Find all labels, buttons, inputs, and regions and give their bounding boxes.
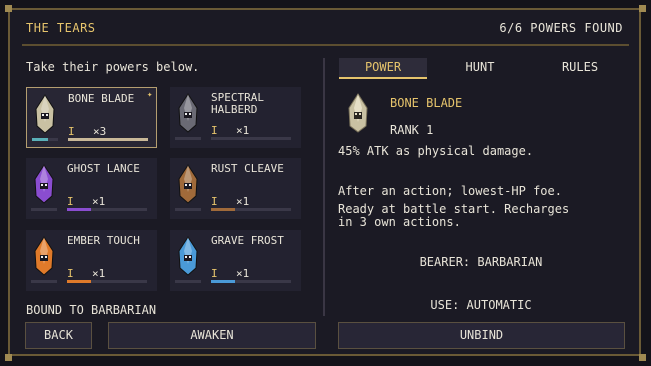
detail-effect: 45% ATK as physical damage. <box>338 144 534 158</box>
power-name: BONE BLADE <box>68 92 135 105</box>
tab-rules[interactable]: RULES <box>536 58 624 77</box>
power-card-bone-blade[interactable]: BONE BLADE I ×3 ✦ <box>26 87 157 148</box>
power-progress-bar <box>67 208 147 211</box>
power-rank: I <box>211 267 218 280</box>
tab-power[interactable]: POWER <box>339 58 427 79</box>
detail-rank: RANK 1 <box>390 123 434 137</box>
power-card-grave-frost[interactable]: GRAVE FROST I ×1 <box>170 230 301 291</box>
detail-power-name: BONE BLADE <box>390 96 463 110</box>
power-underline <box>32 138 58 141</box>
power-underline <box>31 208 57 211</box>
detail-use: USE: AUTOMATIC <box>430 298 532 312</box>
power-name: GRAVE FROST <box>211 234 284 247</box>
power-underline <box>175 208 201 211</box>
instructions-text: Take their powers below. <box>26 60 200 74</box>
power-progress-bar <box>67 280 147 283</box>
power-underline <box>31 280 57 283</box>
power-rank: I <box>67 195 74 208</box>
power-name: RUST CLEAVE <box>211 162 284 175</box>
power-rank: I <box>211 195 218 208</box>
bound-status: BOUND TO BARBARIAN <box>26 303 157 317</box>
rust-cleave-icon <box>178 164 198 204</box>
frame-corner <box>5 354 12 361</box>
power-card-spectral-halberd[interactable]: SPECTRAL HALBERD I ×1 <box>170 87 301 148</box>
power-name: GHOST LANCE <box>67 162 140 175</box>
unbind-button[interactable]: UNBIND <box>338 322 625 349</box>
power-underline <box>175 280 201 283</box>
grave-frost-icon <box>178 236 198 276</box>
selected-star-icon: ✦ <box>147 90 153 100</box>
detail-trigger: After an action; lowest-HP foe. <box>338 184 562 198</box>
power-rank: I <box>211 124 218 137</box>
bone-blade-icon <box>348 93 368 133</box>
power-card-ember-touch[interactable]: EMBER TOUCH I ×1 <box>26 230 157 291</box>
power-quantity: ×1 <box>92 195 106 208</box>
panel-title: THE TEARS <box>26 21 96 35</box>
detail-bearer: BEARER: BARBARIAN <box>419 255 543 269</box>
awaken-button[interactable]: AWAKEN <box>108 322 316 349</box>
tab-hunt[interactable]: HUNT <box>436 58 524 77</box>
back-button[interactable]: BACK <box>25 322 92 349</box>
powers-found-count: 6/6 POWERS FOUND <box>499 21 623 35</box>
bone-blade-icon <box>35 94 55 134</box>
power-quantity: ×1 <box>236 124 250 137</box>
power-name: EMBER TOUCH <box>67 234 140 247</box>
power-progress-bar <box>68 138 148 141</box>
frame-corner <box>5 5 12 12</box>
ghost-lance-icon <box>34 164 54 204</box>
column-divider <box>323 58 325 316</box>
detail-recharge-line2: in 3 own actions. <box>338 215 461 229</box>
power-progress-bar <box>211 208 291 211</box>
power-quantity: ×1 <box>236 267 250 280</box>
power-progress-bar <box>211 280 291 283</box>
power-rank: I <box>68 125 75 138</box>
power-underline <box>175 137 201 140</box>
power-quantity: ×1 <box>92 267 106 280</box>
power-quantity: ×3 <box>93 125 107 138</box>
ember-touch-icon <box>34 236 54 276</box>
power-quantity: ×1 <box>236 195 250 208</box>
power-card-rust-cleave[interactable]: RUST CLEAVE I ×1 <box>170 158 301 219</box>
power-rank: I <box>67 267 74 280</box>
power-progress-bar <box>211 137 291 140</box>
spectral-halberd-icon <box>178 93 198 133</box>
frame-corner <box>639 5 646 12</box>
power-card-ghost-lance[interactable]: GHOST LANCE I ×1 <box>26 158 157 219</box>
power-name: SPECTRAL HALBERD <box>211 91 264 116</box>
header-divider <box>22 44 629 46</box>
frame-corner <box>639 354 646 361</box>
